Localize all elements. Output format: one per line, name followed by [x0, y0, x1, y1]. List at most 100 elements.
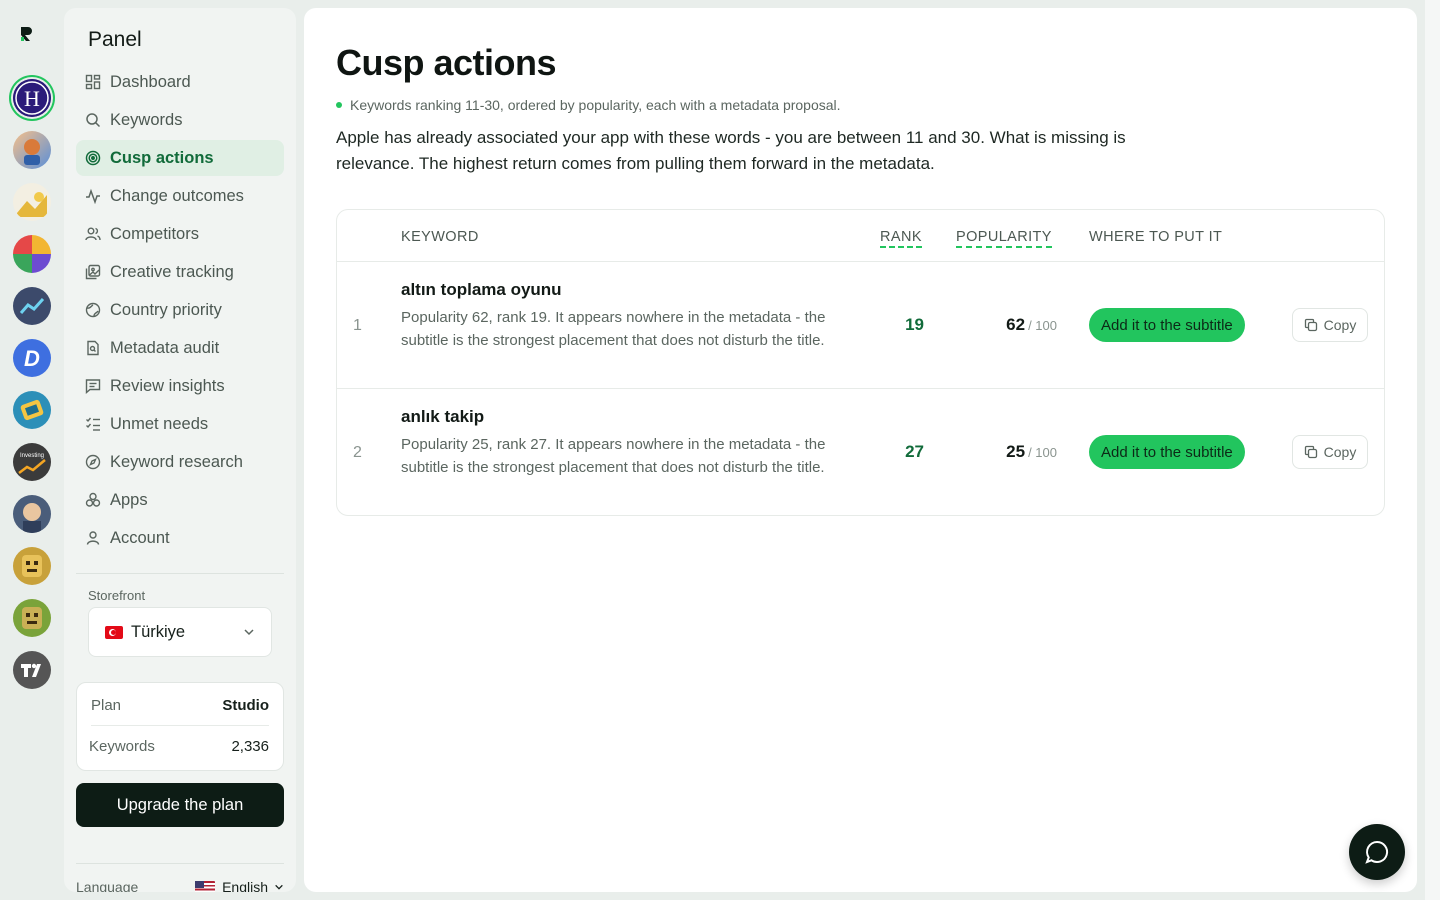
- activity-icon: [84, 187, 102, 205]
- table-row: 2 anlık takip Popularity 25, rank 27. It…: [337, 389, 1384, 515]
- images-icon: [84, 263, 102, 281]
- brand-logo-icon[interactable]: [18, 25, 36, 43]
- sidebar-item-label: Metadata audit: [110, 338, 220, 357]
- storefront-label: Storefront: [88, 588, 146, 603]
- app-icon-tv[interactable]: [13, 651, 51, 689]
- sidebar-item-apps[interactable]: Apps: [76, 482, 284, 518]
- language-select[interactable]: English: [195, 879, 284, 892]
- row-detail: Popularity 62, rank 19. It appears nowhe…: [401, 309, 826, 349]
- upgrade-plan-button[interactable]: Upgrade the plan: [76, 783, 284, 827]
- chevron-down-icon: [244, 629, 254, 636]
- page-subtitle-text: Keywords ranking 11-30, ordered by popul…: [350, 97, 841, 113]
- row-popularity-max: / 100: [1028, 445, 1057, 460]
- app-icon-d[interactable]: D: [13, 339, 51, 377]
- app-icon-h[interactable]: H: [13, 79, 51, 117]
- add-to-subtitle-button[interactable]: Add it to the subtitle: [1089, 308, 1245, 342]
- storefront-select[interactable]: Türkiye: [88, 607, 272, 657]
- sidebar-item-dashboard[interactable]: Dashboard: [76, 64, 284, 100]
- copy-icon: [1304, 318, 1317, 332]
- sidebar-item-label: Country priority: [110, 300, 222, 319]
- app-icon-temple-1[interactable]: [13, 547, 51, 585]
- page-description: Apple has already associated your app wi…: [336, 128, 1126, 173]
- copy-button[interactable]: Copy: [1292, 308, 1368, 342]
- sidebar-item-label: Dashboard: [110, 72, 191, 91]
- keywords-row: Keywords 2,336: [89, 738, 269, 755]
- sidebar-item-keywords[interactable]: Keywords: [76, 102, 284, 138]
- copy-label: Copy: [1323, 444, 1357, 460]
- sidebar-item-label: Change outcomes: [110, 186, 244, 205]
- status-dot-icon: [336, 102, 342, 108]
- add-to-subtitle-button[interactable]: Add it to the subtitle: [1089, 435, 1245, 469]
- row-index: 1: [353, 317, 362, 334]
- row-index: 2: [353, 444, 362, 461]
- sidebar-item-label: Keywords: [110, 110, 183, 129]
- sidebar-item-label: Creative tracking: [110, 262, 234, 281]
- app-icon-blocks[interactable]: [13, 235, 51, 273]
- language-label: Language: [76, 879, 139, 892]
- sidebar-item-keyword-research[interactable]: Keyword research: [76, 444, 284, 480]
- column-header-rank[interactable]: RANK: [880, 229, 922, 248]
- sidebar-item-label: Unmet needs: [110, 414, 209, 433]
- page-scrollbar[interactable]: [1425, 0, 1440, 900]
- language-value: English: [222, 879, 268, 892]
- cusp-table: KEYWORD RANK POPULARITY WHERE TO PUT IT …: [336, 209, 1385, 516]
- turkey-flag-icon: [105, 625, 123, 639]
- row-popularity: 25/ 100: [1006, 442, 1057, 462]
- column-header-keyword: KEYWORD: [401, 229, 479, 245]
- list-check-icon: [84, 415, 102, 433]
- file-search-icon: [84, 339, 102, 357]
- sidebar-item-creative-tracking[interactable]: Creative tracking: [76, 254, 284, 290]
- app-icon-hero[interactable]: [13, 495, 51, 533]
- keywords-value: 2,336: [231, 738, 269, 755]
- sidebar-item-competitors[interactable]: Competitors: [76, 216, 284, 252]
- app-icon-chart-line[interactable]: [13, 287, 51, 325]
- chat-button[interactable]: [1349, 824, 1405, 880]
- users-icon: [84, 225, 102, 243]
- sidebar-item-review-insights[interactable]: Review insights: [76, 368, 284, 404]
- copy-button[interactable]: Copy: [1292, 435, 1368, 469]
- app-icon-ticket[interactable]: [13, 391, 51, 429]
- sidebar-item-change-outcomes[interactable]: Change outcomes: [76, 178, 284, 214]
- column-header-popularity[interactable]: POPULARITY: [956, 229, 1052, 248]
- chat-bubble-icon: [1365, 840, 1389, 864]
- row-popularity-max: / 100: [1028, 318, 1057, 333]
- plan-row: Plan Studio: [91, 697, 269, 714]
- app-icon-game-runner[interactable]: [13, 131, 51, 169]
- sidebar-brand: Panel: [88, 28, 142, 51]
- target-icon: [84, 149, 102, 167]
- row-popularity: 62/ 100: [1006, 315, 1057, 335]
- sidebar-item-label: Competitors: [110, 224, 199, 243]
- page-title: Cusp actions: [336, 42, 557, 83]
- app-icon-temple-2[interactable]: [13, 599, 51, 637]
- row-keyword: anlık takip: [401, 407, 485, 426]
- compass-icon: [84, 453, 102, 471]
- row-popularity-value: 62: [1006, 315, 1026, 334]
- storefront-value: Türkiye: [131, 622, 186, 641]
- table-row: 1 altın toplama oyunu Popularity 62, ran…: [337, 262, 1384, 388]
- app-icon-investing[interactable]: Investing: [13, 443, 51, 481]
- sidebar-item-account[interactable]: Account: [76, 520, 284, 556]
- message-icon: [84, 377, 102, 395]
- sidebar-item-metadata-audit[interactable]: Metadata audit: [76, 330, 284, 366]
- row-detail: Popularity 25, rank 27. It appears nowhe…: [401, 436, 826, 476]
- row-rank: 19: [905, 315, 924, 334]
- page-subtitle: Keywords ranking 11-30, ordered by popul…: [336, 97, 841, 113]
- copy-label: Copy: [1323, 317, 1357, 333]
- row-popularity-value: 25: [1006, 442, 1026, 461]
- sidebar-item-country-priority[interactable]: Country priority: [76, 292, 284, 328]
- dashboard-icon: [84, 73, 102, 91]
- app-rail: H D Investing: [0, 0, 64, 900]
- sidebar-item-unmet-needs[interactable]: Unmet needs: [76, 406, 284, 442]
- sidebar-item-cusp-actions[interactable]: Cusp actions: [76, 140, 284, 176]
- chevron-down-icon: [275, 884, 283, 890]
- us-flag-icon: [195, 880, 216, 892]
- search-icon: [84, 111, 102, 129]
- row-keyword: altın toplama oyunu: [401, 280, 562, 299]
- main-panel: Cusp actions Keywords ranking 11-30, ord…: [304, 8, 1417, 892]
- language-row: Language English: [76, 879, 284, 892]
- sidebar-divider: [76, 573, 284, 574]
- column-header-where: WHERE TO PUT IT: [1089, 229, 1223, 245]
- app-icon-gold[interactable]: [13, 183, 51, 221]
- plan-value: Studio: [222, 697, 269, 714]
- svg-text:H: H: [24, 86, 40, 111]
